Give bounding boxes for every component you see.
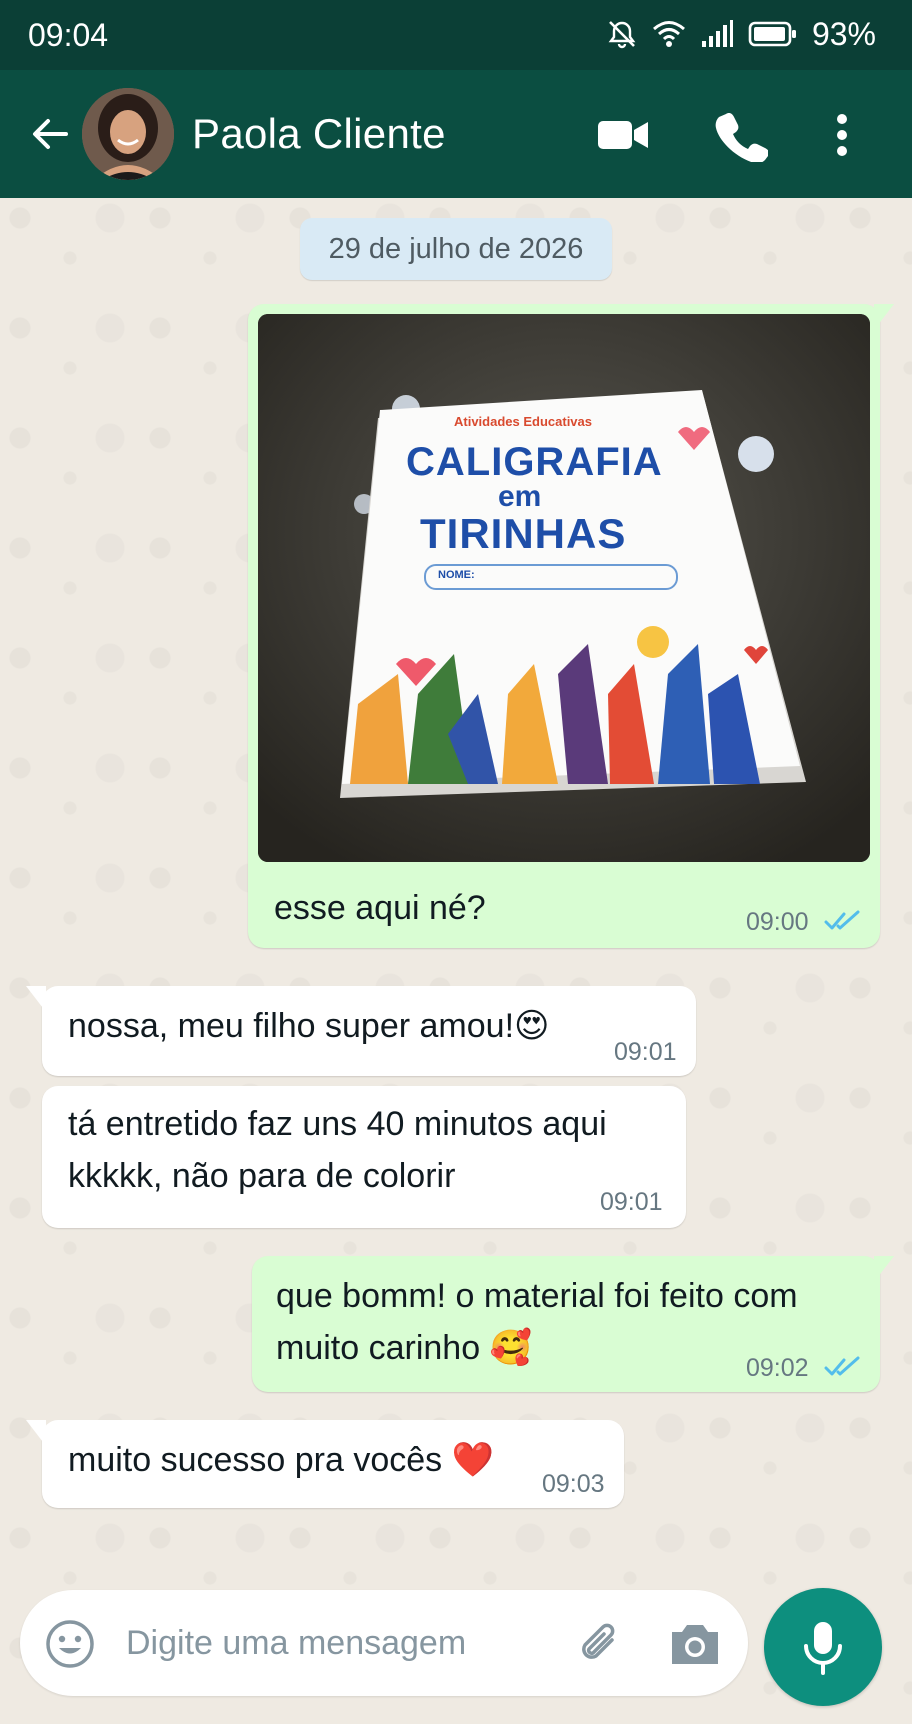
message-composer (20, 1590, 748, 1696)
message-text-line2: kkkkk, não para de colorir (68, 1157, 456, 1195)
message-text-line2: muito carinho 🥰 (276, 1328, 532, 1368)
message-input[interactable] (124, 1612, 568, 1674)
status-time: 09:04 (28, 17, 109, 53)
cover-title-line3: TIRINHAS (420, 510, 627, 557)
more-vert-icon[interactable] (814, 108, 870, 162)
attach-icon[interactable] (572, 1616, 628, 1672)
emoji-icon[interactable] (44, 1618, 96, 1670)
emoji-smiling-hearts: 🥰 (489, 1328, 532, 1368)
mute-icon (608, 21, 636, 49)
mic-button[interactable] (764, 1588, 882, 1706)
cover-subtitle: Atividades Educativas (454, 414, 592, 429)
read-receipt-icon (824, 910, 860, 930)
message-text: nossa, meu filho super amou!😍 (68, 1006, 550, 1046)
contact-name[interactable]: Paola Cliente (192, 110, 446, 158)
message-text: muito sucesso pra vocês ❤️ (68, 1440, 494, 1480)
message-time: 09:03 (542, 1470, 605, 1498)
back-arrow-icon[interactable] (26, 110, 74, 158)
wifi-icon (652, 21, 685, 47)
video-call-icon[interactable] (596, 108, 652, 162)
message-time: 09:01 (614, 1038, 677, 1066)
message-time: 09:01 (600, 1188, 663, 1216)
battery-percent: 93% (811, 15, 876, 52)
image-attachment[interactable]: Atividades Educativas CALIGRAFIA em TIRI… (258, 314, 870, 862)
battery-icon (748, 21, 796, 47)
message-text-line1: tá entretido faz uns 40 minutos aqui (68, 1105, 607, 1143)
avatar[interactable] (82, 88, 174, 180)
signal-icon (701, 20, 733, 47)
status-bar: 09:04 93% (0, 0, 912, 70)
message-caption: esse aqui né? (274, 889, 486, 927)
message-time: 09:02 (746, 1354, 809, 1382)
status-icons: 93% (606, 14, 876, 54)
read-receipt-icon (824, 1356, 860, 1376)
message-time: 09:00 (746, 908, 809, 936)
camera-icon[interactable] (668, 1618, 722, 1668)
cover-name-label: NOME: (438, 569, 475, 581)
phone-icon[interactable] (712, 108, 768, 162)
cover-name-field: NOME: (424, 564, 678, 590)
emoji-red-heart: ❤️ (451, 1440, 494, 1480)
message-text-line1: que bomm! o material foi feito com (276, 1277, 798, 1315)
date-chip: 29 de julho de 2026 (300, 218, 612, 280)
cover-title-line2: em (498, 480, 542, 513)
cover-title-line1: CALIGRAFIA (406, 440, 663, 484)
emoji-heart-eyes: 😍 (514, 1006, 550, 1046)
chat-header: Paola Cliente (0, 70, 912, 198)
mic-icon (804, 1622, 842, 1675)
